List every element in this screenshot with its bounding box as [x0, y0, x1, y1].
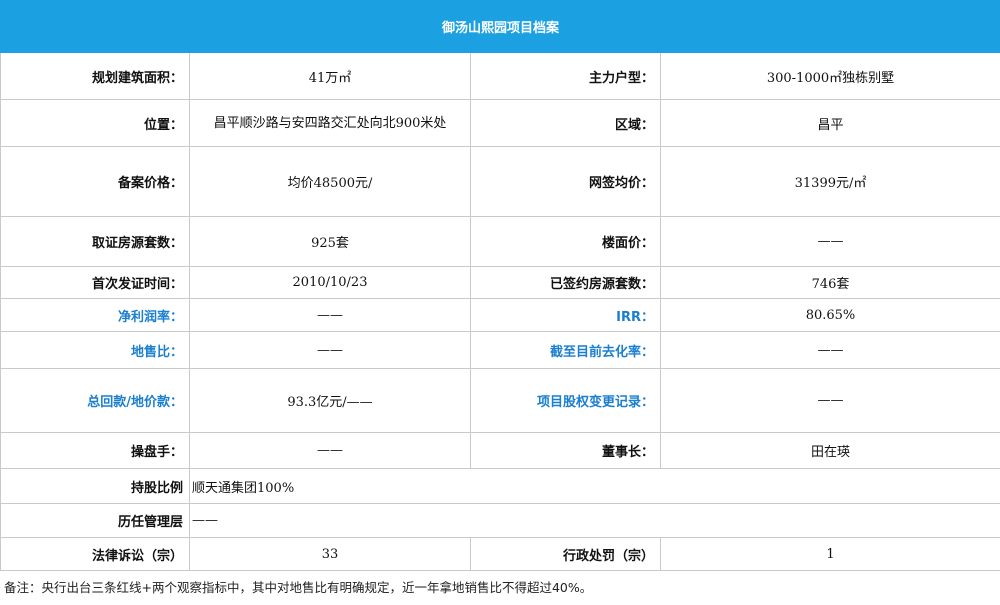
- table-title: 御汤山熙园项目档案: [0, 0, 1000, 53]
- value-shareholding: 顺天通集团100%: [188, 468, 1000, 504]
- label-floor-price: 楼面价：: [470, 216, 661, 267]
- label-first-cert-date: 首次发证时间：: [0, 266, 190, 299]
- label-location: 位置：: [0, 99, 190, 147]
- value-sell-through-rate: ——: [659, 331, 1000, 369]
- value-filing-price: 均价48500元/: [189, 146, 471, 217]
- table-row: 持股比例 顺天通集团100%: [0, 468, 1000, 504]
- label-signed-units: 已签约房源套数：: [470, 266, 661, 299]
- table-row: 净利润率： —— IRR： 80.65%: [0, 298, 1000, 332]
- value-operator: ——: [189, 432, 471, 469]
- table-row: 取证房源套数： 925套 楼面价： ——: [0, 216, 1000, 267]
- project-archive: 御汤山熙园项目档案 规划建筑面积： 41万㎡ 主力户型： 300-1000㎡独栋…: [0, 0, 1000, 605]
- archive-table: 御汤山熙园项目档案 规划建筑面积： 41万㎡ 主力户型： 300-1000㎡独栋…: [0, 0, 1000, 571]
- label-filing-price: 备案价格：: [0, 146, 190, 217]
- value-irr: 80.65%: [659, 298, 1000, 332]
- label-district: 区域：: [470, 99, 661, 147]
- label-irr: IRR：: [470, 298, 661, 332]
- label-management: 历任管理层: [0, 503, 190, 538]
- label-operator: 操盘手：: [0, 432, 190, 469]
- value-certified-units: 925套: [189, 216, 471, 267]
- table-row: 总回款/地价款： 93.3亿元/—— 项目股权变更记录： ——: [0, 368, 1000, 433]
- table-row: 操盘手： —— 董事长： 田在瑛: [0, 432, 1000, 469]
- value-management: ——: [188, 503, 1000, 538]
- value-collection-land-cost: 93.3亿元/——: [189, 368, 471, 433]
- label-equity-changes: 项目股权变更记录：: [470, 368, 661, 433]
- table-row: 地售比： —— 截至目前去化率： ——: [0, 331, 1000, 369]
- label-main-unit-type: 主力户型：: [470, 52, 661, 100]
- value-land-sales-ratio: ——: [189, 331, 471, 369]
- value-main-unit-type: 300-1000㎡独栋别墅: [659, 52, 1000, 100]
- table-row: 位置： 昌平顺沙路与安四路交汇处向北900米处 区域： 昌平: [0, 99, 1000, 147]
- label-certified-units: 取证房源套数：: [0, 216, 190, 267]
- value-net-margin: ——: [189, 298, 471, 332]
- label-shareholding: 持股比例: [0, 468, 190, 504]
- value-lawsuits: 33: [189, 537, 471, 571]
- label-online-price: 网签均价：: [470, 146, 661, 217]
- label-net-margin: 净利润率：: [0, 298, 190, 332]
- table-row: 首次发证时间： 2010/10/23 已签约房源套数： 746套: [0, 266, 1000, 299]
- value-planned-area: 41万㎡: [189, 52, 471, 100]
- label-lawsuits: 法律诉讼（宗）: [0, 537, 190, 571]
- label-land-sales-ratio: 地售比：: [0, 331, 190, 369]
- table-row: 备案价格： 均价48500元/ 网签均价： 31399元/㎡: [0, 146, 1000, 217]
- label-planned-area: 规划建筑面积：: [0, 52, 190, 100]
- value-penalties: 1: [659, 537, 1000, 571]
- label-penalties: 行政处罚（宗）: [470, 537, 661, 571]
- label-chairman: 董事长：: [470, 432, 661, 469]
- value-floor-price: ——: [659, 216, 1000, 267]
- label-sell-through-rate: 截至目前去化率：: [470, 331, 661, 369]
- table-row: 规划建筑面积： 41万㎡ 主力户型： 300-1000㎡独栋别墅: [0, 52, 1000, 100]
- label-collection-land-cost: 总回款/地价款：: [0, 368, 190, 433]
- value-online-price: 31399元/㎡: [659, 146, 1000, 217]
- value-district: 昌平: [659, 99, 1000, 147]
- footnote: 备注：央行出台三条红线+两个观察指标中，其中对地售比有明确规定，近一年拿地销售比…: [4, 580, 593, 595]
- value-signed-units: 746套: [659, 266, 1000, 299]
- table-row: 历任管理层 ——: [0, 503, 1000, 538]
- value-location: 昌平顺沙路与安四路交汇处向北900米处: [189, 99, 471, 147]
- value-chairman: 田在瑛: [659, 432, 1000, 469]
- value-first-cert-date: 2010/10/23: [189, 266, 471, 299]
- value-equity-changes: ——: [659, 368, 1000, 433]
- table-row: 法律诉讼（宗） 33 行政处罚（宗） 1: [0, 537, 1000, 571]
